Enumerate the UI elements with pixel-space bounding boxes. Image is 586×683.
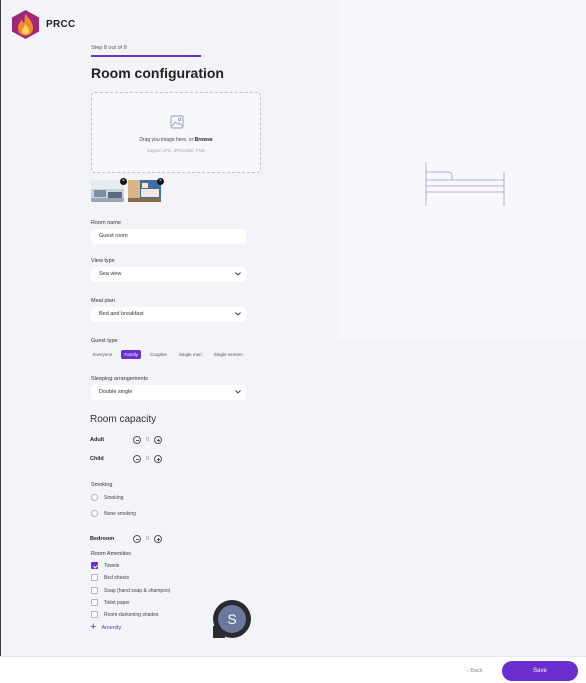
minus-icon[interactable] <box>133 436 141 444</box>
smoking-option: Smoking <box>104 495 124 501</box>
view-type-select[interactable]: Sea view <box>91 267 246 282</box>
footer-bar <box>0 656 586 683</box>
brand-logo <box>12 10 39 39</box>
room-photo-1 <box>91 180 124 202</box>
child-label: Child <box>90 456 104 462</box>
avatar-initial: S <box>218 605 246 633</box>
supported-formats: Support JPG, JPEG2000, PNG <box>147 148 205 153</box>
remove-image-icon[interactable]: × <box>120 178 127 185</box>
adult-stepper: 0 <box>133 436 163 444</box>
image-dropzone[interactable]: Drag you image here, or Browse Support J… <box>91 92 261 173</box>
amenity-checkbox[interactable] <box>91 599 98 606</box>
back-button[interactable]: ‹ Back <box>467 668 483 674</box>
radio-smoking[interactable] <box>91 494 98 501</box>
bedroom-label: Bedroom <box>90 536 115 542</box>
amenity-label: Bed sheets <box>104 574 130 581</box>
amenity-label: Towels <box>104 562 120 569</box>
adult-label: Adult <box>90 437 105 443</box>
browse-link[interactable]: Browse <box>195 137 213 143</box>
bedroom-stepper: 0 <box>133 535 163 543</box>
brand-name: PRCC <box>46 19 76 30</box>
none-smoking-option: None smoking <box>104 511 136 517</box>
room-name-label: Room name <box>91 220 121 226</box>
plus-icon[interactable] <box>154 535 163 543</box>
back-label: Back <box>470 668 483 674</box>
chip-couples[interactable]: Couples <box>147 350 170 359</box>
add-amenity-button[interactable]: + Amenity <box>90 621 122 633</box>
smoking-label: Smoking <box>91 482 113 488</box>
view-type-label: View type <box>91 258 115 264</box>
chip-single-women[interactable]: Single women <box>211 350 246 359</box>
image-thumbnail[interactable]: × <box>91 178 127 202</box>
step-indicator: Step 8 out of 8 <box>91 45 127 51</box>
amenities-label: Room Amenities <box>91 551 132 557</box>
minus-icon[interactable] <box>133 455 141 463</box>
room-name-input[interactable]: Guest room <box>91 229 246 244</box>
page-title: Room configuration <box>91 65 224 81</box>
sleeping-label: Sleeping arrangements <box>91 376 148 382</box>
chevron-left-icon: ‹ <box>467 668 469 674</box>
sleeping-value: Double single <box>99 389 133 395</box>
chevron-down-icon <box>235 390 241 394</box>
meal-plan-select[interactable]: Bed and breakfast <box>91 307 246 322</box>
dropzone-prompt: Drag you image here, or <box>139 137 195 143</box>
amenity-label: Room-darkening shades <box>104 611 159 618</box>
amenity-checkbox[interactable] <box>91 611 98 618</box>
guest-type-options: Everyone Family Couples Single men Singl… <box>90 350 246 359</box>
image-thumbnail[interactable]: × <box>128 178 164 202</box>
plus-icon[interactable] <box>154 436 163 444</box>
amenity-checkbox[interactable] <box>91 562 98 569</box>
progress-fill <box>91 55 201 57</box>
progress-bar <box>91 55 201 57</box>
chip-everyone[interactable]: Everyone <box>90 350 115 359</box>
child-stepper: 0 <box>133 455 163 463</box>
sleeping-select[interactable]: Double single <box>91 385 246 400</box>
plus-icon: + <box>90 621 97 633</box>
amenity-label: Soap (hand soap & shampoo) <box>104 587 171 594</box>
save-button[interactable]: Save <box>502 661 578 681</box>
add-amenity-label: Amenity <box>101 624 122 631</box>
minus-icon[interactable] <box>133 535 141 543</box>
radio-none-smoking[interactable] <box>91 510 98 517</box>
amenity-checkbox[interactable] <box>91 574 98 581</box>
chip-single-men[interactable]: Single men <box>176 350 205 359</box>
view-type-value: Sea view <box>99 271 122 277</box>
meal-plan-label: Meal plan <box>91 298 115 304</box>
amenity-checkbox[interactable] <box>91 587 98 594</box>
remove-image-icon[interactable]: × <box>157 178 164 185</box>
chevron-down-icon <box>235 272 241 276</box>
dropzone-text: Drag you image here, or Browse <box>92 137 260 143</box>
child-count: 0 <box>146 456 150 462</box>
guest-type-label: Guest type <box>91 338 118 344</box>
chevron-down-icon <box>235 312 241 316</box>
bedroom-count: 0 <box>146 536 150 542</box>
image-icon <box>170 115 184 129</box>
meal-plan-value: Bed and breakfast <box>99 311 144 317</box>
window-edge <box>0 0 1 682</box>
adult-count: 0 <box>146 437 150 443</box>
bed-illustration <box>425 162 505 206</box>
chip-family[interactable]: Family <box>121 350 141 359</box>
chat-avatar-button[interactable]: S <box>213 600 251 638</box>
plus-icon[interactable] <box>154 455 163 463</box>
room-capacity-title: Room capacity <box>90 414 157 425</box>
room-photo-2 <box>128 180 161 202</box>
amenity-label: Toilet paper <box>104 599 130 606</box>
